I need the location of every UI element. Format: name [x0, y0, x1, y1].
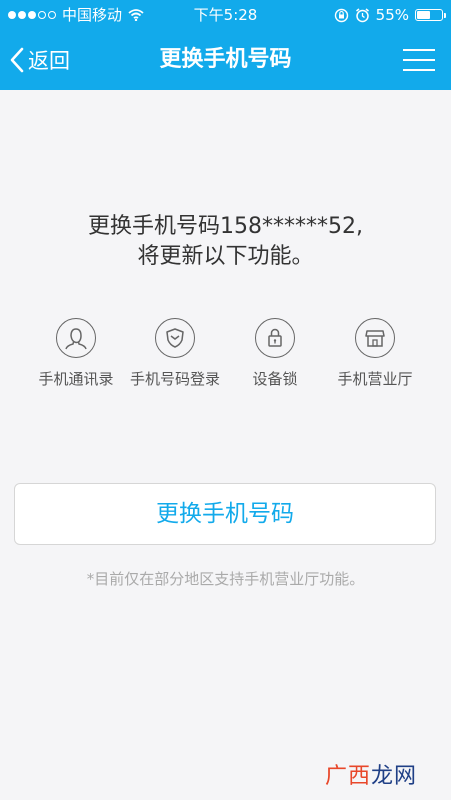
feature-device-lock: 设备锁 — [220, 318, 330, 389]
menu-icon[interactable] — [403, 46, 435, 74]
status-left: 中国移动 — [8, 0, 144, 30]
support-note: *目前仅在部分地区支持手机营业厅功能。 — [86, 570, 365, 588]
alarm-icon — [355, 7, 369, 22]
feature-contacts: 手机通讯录 — [21, 318, 131, 389]
feature-label-contacts: 手机通讯录 — [38, 370, 114, 388]
store-icon — [355, 318, 395, 358]
feature-label-mobile-hall: 手机营业厅 — [337, 370, 413, 388]
change-phone-button[interactable]: 更换手机号码 — [14, 483, 436, 545]
rotation-lock-icon — [334, 8, 348, 22]
feature-label-device-lock: 设备锁 — [252, 370, 298, 388]
watermark-part-2: 龙网 — [370, 764, 417, 789]
battery-percent: 55% — [375, 6, 409, 24]
top-bar: 中国移动 下午5:28 55% 返回 更换手机号码 — [0, 0, 451, 90]
feature-mobile-hall: 手机营业厅 — [320, 318, 430, 389]
message-line-1: 更换手机号码158******52, — [88, 214, 363, 239]
back-label: 返回 — [28, 49, 70, 73]
status-bar: 中国移动 下午5:28 55% — [0, 0, 451, 30]
nav-bar: 返回 更换手机号码 — [0, 30, 451, 90]
feature-label-phone-login: 手机号码登录 — [129, 370, 220, 388]
contact-icon — [56, 318, 96, 358]
carrier-name: 中国移动 — [62, 6, 123, 24]
feature-list: 手机通讯录 手机号码登录 设备锁 手机营业厅 — [0, 318, 451, 398]
shield-icon — [155, 318, 195, 358]
battery-icon — [415, 9, 446, 21]
watermark-part-1: 广西 — [324, 764, 371, 789]
signal-dots-icon — [8, 11, 56, 19]
status-right: 55% — [334, 0, 446, 30]
chevron-left-icon — [10, 47, 24, 73]
lock-icon — [255, 318, 295, 358]
watermark-logo: 广西龙网 — [325, 758, 417, 790]
back-button[interactable]: 返回 — [10, 42, 70, 78]
feature-phone-login: 手机号码登录 — [120, 318, 230, 389]
wifi-icon — [128, 9, 144, 21]
change-phone-message: 更换手机号码158******52, 将更新以下功能。 — [0, 212, 451, 272]
message-line-2: 将更新以下功能。 — [137, 244, 314, 269]
